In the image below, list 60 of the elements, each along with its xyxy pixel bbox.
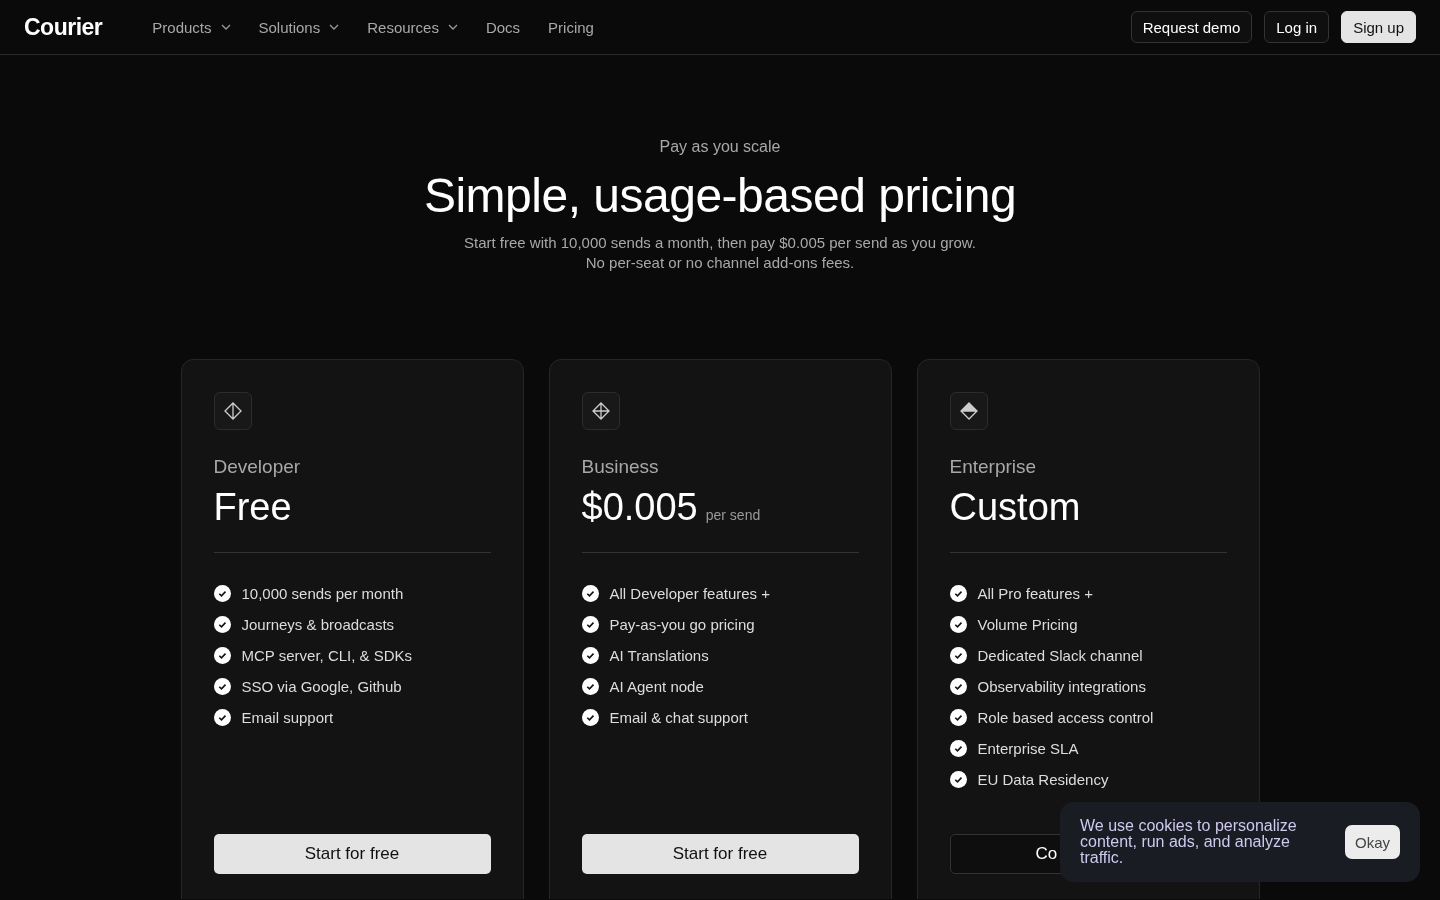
check-circle-icon [213, 647, 231, 664]
feature-text: Role based access control [977, 709, 1154, 726]
nav-button[interactable]: Log in [1264, 11, 1330, 43]
plan-price: Custom [949, 486, 1081, 529]
eyebrow-text: Pay as you scale [659, 138, 781, 156]
plan-icon [949, 392, 988, 430]
plan-icon [213, 392, 252, 430]
feature-text: Dedicated Slack channel [977, 647, 1143, 664]
check-circle-icon [213, 616, 231, 633]
plan-icon [581, 392, 620, 430]
feature-text: Volume Pricing [977, 616, 1078, 633]
check-circle-icon [949, 616, 967, 633]
plan-button[interactable]: Start for free [213, 834, 491, 874]
feature-text: Journeys & broadcasts [241, 616, 395, 633]
okay-button[interactable]: Okay [1345, 825, 1400, 859]
check-circle-icon [581, 585, 599, 602]
check-circle-icon [949, 740, 967, 757]
plan-name: Enterprise [949, 456, 1038, 478]
logo[interactable]: Courier [24, 13, 103, 41]
price-unit: per send [705, 507, 761, 523]
check-circle-icon [949, 709, 967, 726]
check-circle-icon [949, 585, 967, 602]
feature-text: AI Agent node [609, 678, 704, 695]
feature-text: Email support [241, 709, 334, 726]
feature-text: AI Translations [609, 647, 709, 664]
page-heading: Simple, usage-based pricing [423, 168, 1017, 223]
nav-link[interactable]: Docs [485, 18, 521, 36]
check-circle-icon [213, 678, 231, 695]
feature-text: Observability integrations [977, 678, 1146, 695]
nav-link[interactable]: Solutions [258, 18, 340, 36]
feature-text: All Pro features + [977, 585, 1093, 602]
nav-link[interactable]: Products [152, 18, 231, 36]
feature-text: Email & chat support [609, 709, 748, 726]
feature-text: Enterprise SLA [977, 740, 1079, 757]
feature-text: Pay-as-you go pricing [609, 616, 755, 633]
check-circle-icon [581, 709, 599, 726]
nav-link[interactable]: Resources [367, 18, 458, 36]
nav-button[interactable]: Request demo [1130, 11, 1253, 43]
plan-button[interactable]: Start for free [581, 834, 859, 874]
check-circle-icon [949, 678, 967, 695]
subtitle-text: Start free with 10,000 sends a month, then pay $0.005 per send as you grow. [464, 233, 976, 253]
feature-text: All Developer features + [609, 585, 770, 602]
plan-price: $0.005 [581, 486, 698, 529]
check-circle-icon [581, 616, 599, 633]
check-circle-icon [949, 647, 967, 664]
check-circle-icon [581, 678, 599, 695]
feature-text: MCP server, CLI, & SDKs [241, 647, 413, 664]
feature-text: SSO via Google, Github [241, 678, 402, 695]
plan-name: Business [581, 456, 660, 478]
check-circle-icon [949, 771, 967, 788]
check-circle-icon [581, 647, 599, 664]
check-circle-icon [213, 709, 231, 726]
feature-text: EU Data Residency [977, 771, 1109, 788]
subtitle-text: No per-seat or no channel add-ons fees. [584, 253, 856, 273]
plan-price: Free [213, 486, 292, 529]
nav-link[interactable]: Pricing [548, 18, 594, 36]
check-circle-icon [213, 585, 231, 602]
plan-name: Developer [213, 456, 302, 478]
feature-text: 10,000 sends per month [241, 585, 404, 602]
signup-button[interactable]: Sign up [1341, 11, 1416, 43]
